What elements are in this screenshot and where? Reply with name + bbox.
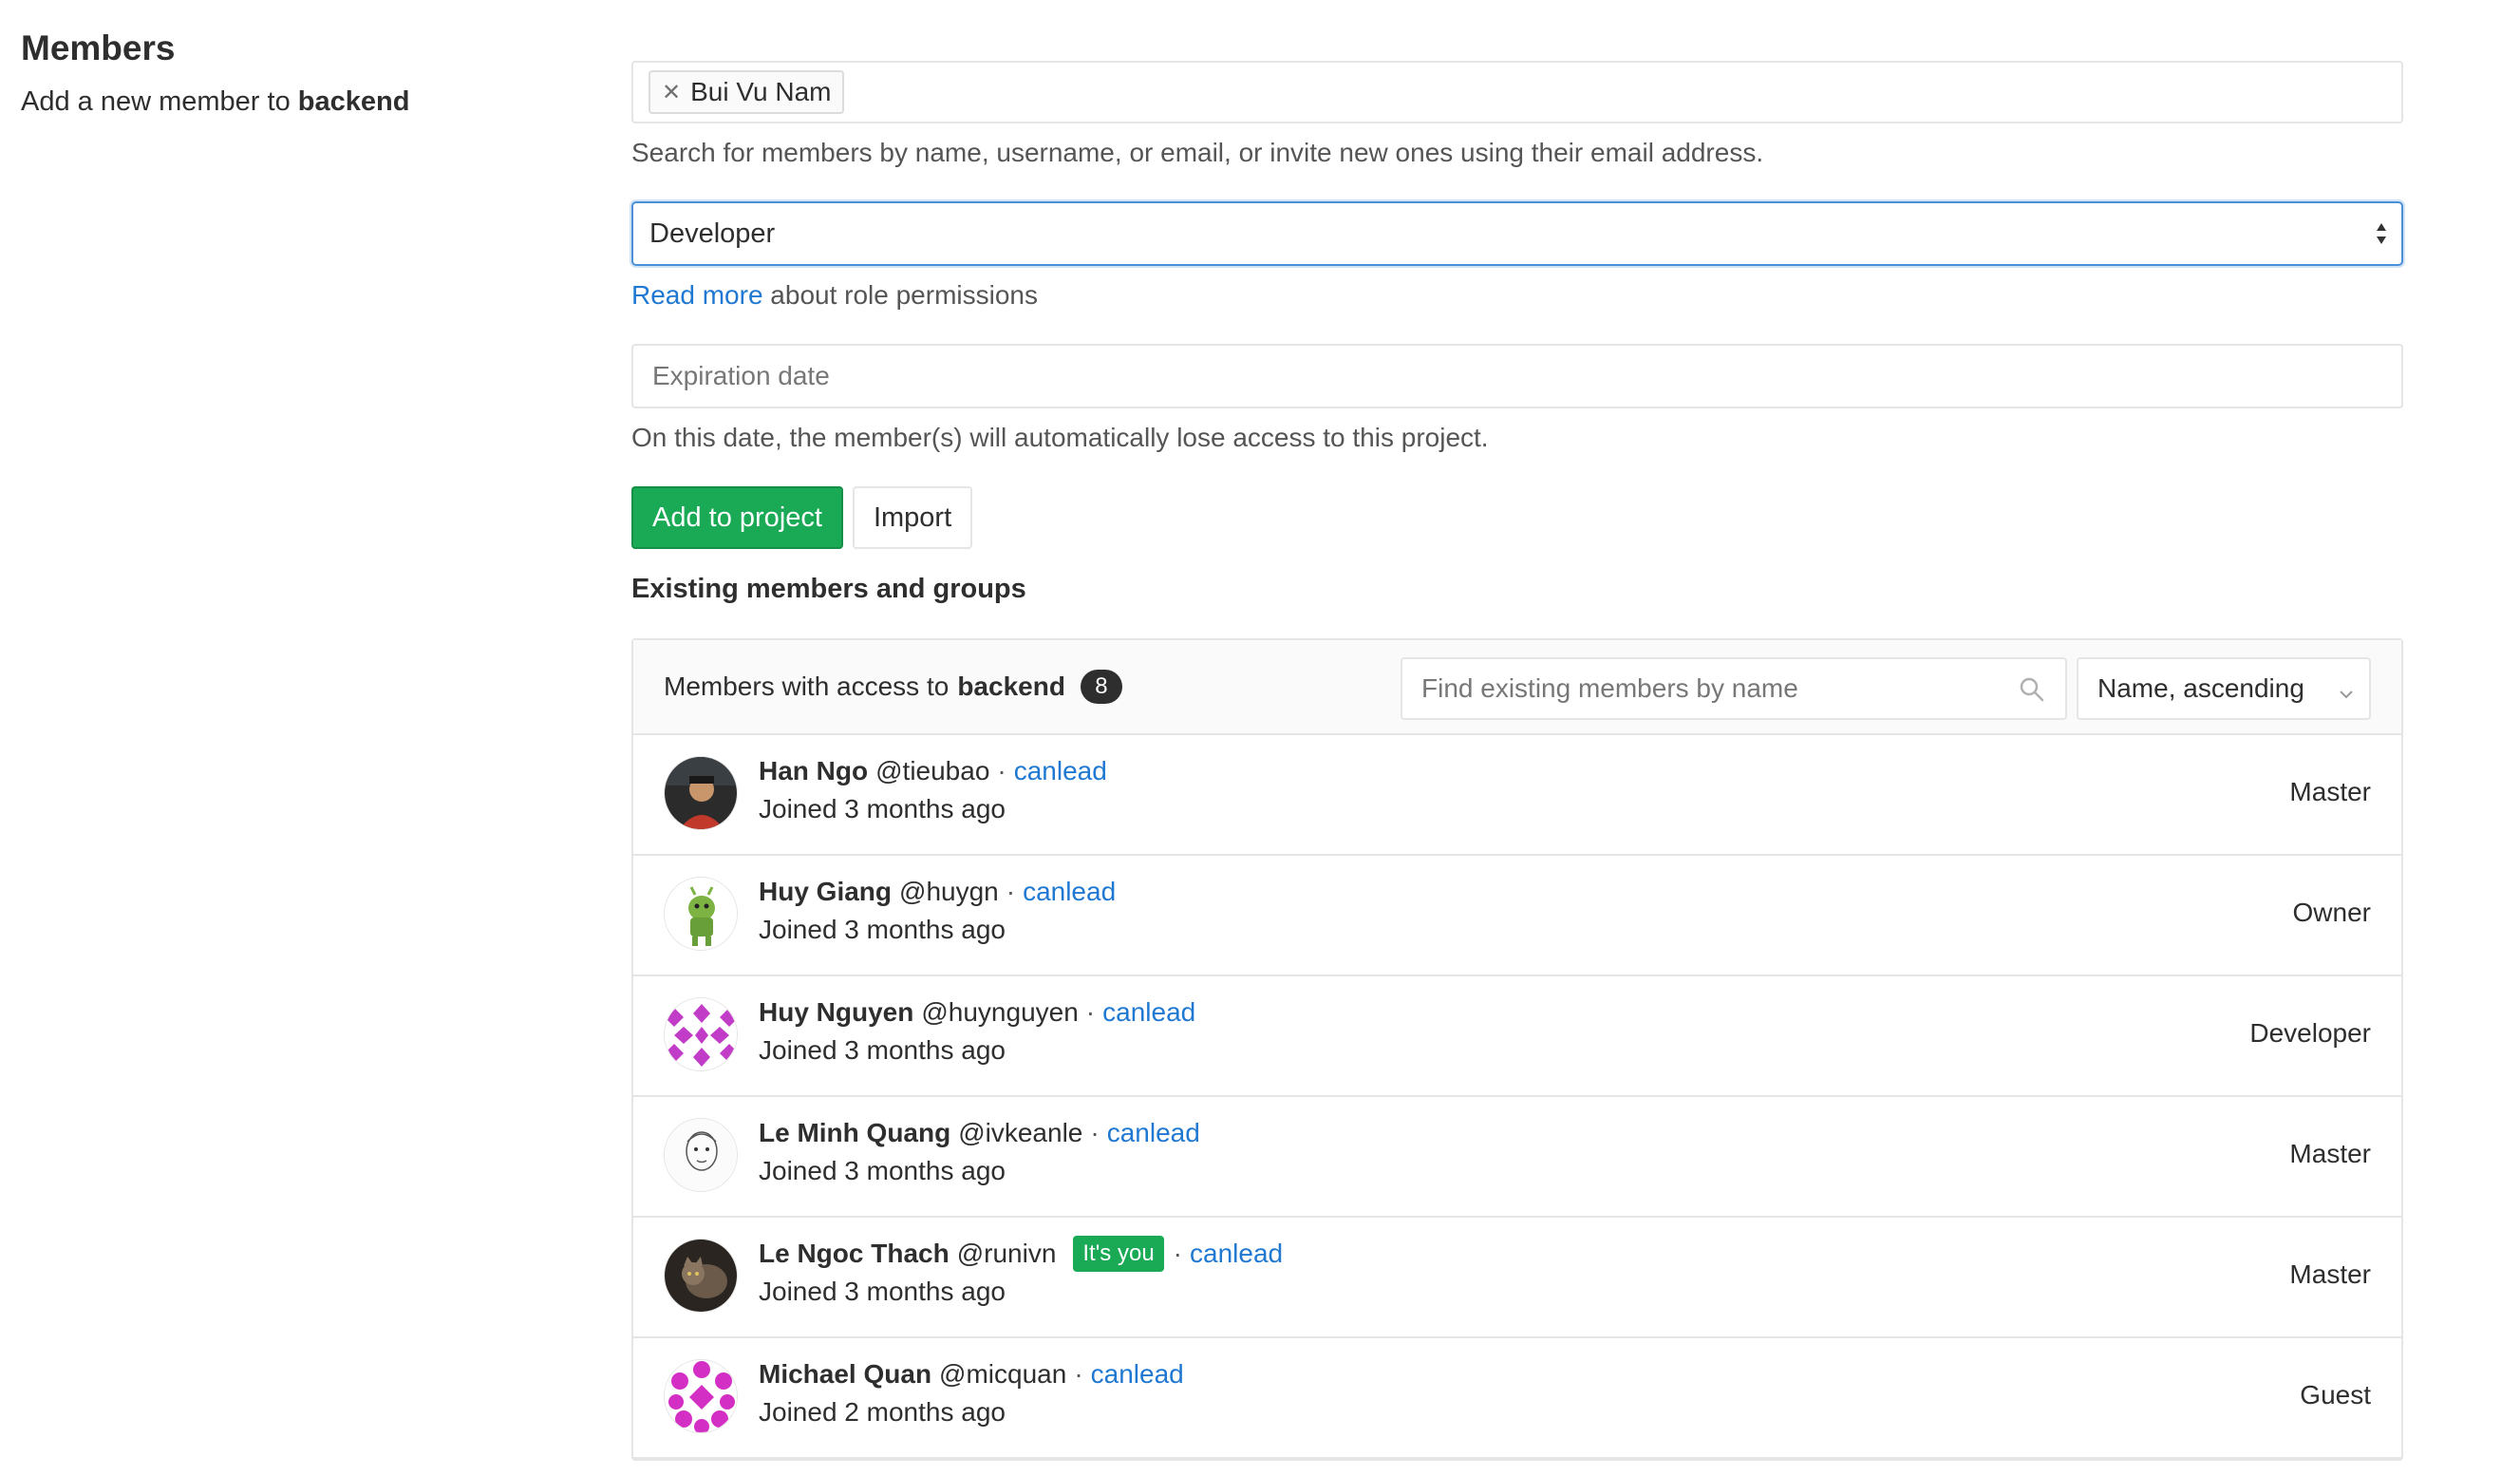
member-username: @huygn [899, 877, 999, 906]
member-name[interactable]: Han Ngo [759, 752, 868, 790]
form-actions: Add to project Import [631, 486, 2403, 549]
member-row: Huy Giang @huygn · canlead Joined 3 mont… [633, 856, 2401, 976]
member-group-link[interactable]: canlead [1023, 873, 1116, 911]
page-title: Members [21, 28, 176, 67]
subtitle-prefix: Add a new member to [21, 86, 291, 117]
member-row: Le Minh Quang @ivkeanle · canlead Joined… [633, 1097, 2401, 1218]
chevron-down-icon [2337, 680, 2356, 710]
members-section-header: Members Add a new member to backend [21, 27, 553, 120]
avatar[interactable] [664, 756, 738, 830]
member-info: Huy Nguyen @huynguyen · canlead Joined 3… [759, 993, 1195, 1069]
member-role: Developer [2249, 1018, 2371, 1048]
member-username: @huynguyen [921, 997, 1079, 1027]
member-search-input[interactable]: Find existing members by name [1401, 657, 2067, 720]
read-more-link[interactable]: Read more [631, 280, 763, 310]
member-joined: Joined 3 months ago [759, 1277, 1006, 1306]
member-role: Owner [2292, 898, 2371, 927]
separator-dot: · [997, 756, 1006, 785]
role-select-value: Developer [649, 218, 776, 249]
member-info: Le Minh Quang @ivkeanle · canlead Joined… [759, 1114, 1200, 1190]
member-username: @micquan [939, 1359, 1067, 1389]
member-username: @ivkeanle [958, 1118, 1083, 1147]
avatar[interactable] [664, 997, 738, 1071]
member-group-link[interactable]: canlead [1107, 1114, 1200, 1152]
selected-user-token[interactable]: ✕ Bui Vu Nam [649, 70, 845, 114]
member-group-link[interactable]: canlead [1190, 1235, 1283, 1273]
selected-user-name: Bui Vu Nam [690, 77, 832, 106]
member-role: Master [2289, 1259, 2371, 1289]
member-name[interactable]: Michael Quan [759, 1355, 931, 1393]
panel-title-prefix: Members with access to [664, 672, 950, 701]
member-group-link[interactable]: canlead [1102, 993, 1195, 1031]
member-info: Han Ngo @tieubao · canlead Joined 3 mont… [759, 752, 1107, 828]
user-search-input[interactable]: ✕ Bui Vu Nam [631, 61, 2403, 123]
member-group-link[interactable]: canlead [1014, 752, 1107, 790]
separator-dot: · [1173, 1239, 1182, 1268]
members-panel-title: Members with access to backend 8 [664, 670, 1122, 704]
member-row: Le Ngoc Thach @runivn It's you · canlead… [633, 1218, 2401, 1338]
members-panel-header: Members with access to backend 8 Find ex… [633, 640, 2401, 735]
select-arrows-icon [2375, 221, 2388, 246]
member-joined: Joined 3 months ago [759, 794, 1006, 823]
expiration-date-input[interactable]: Expiration date [631, 344, 2403, 408]
page-subtitle: Add a new member to backend [21, 84, 553, 120]
separator-dot: · [1085, 997, 1096, 1027]
search-icon [2018, 675, 2046, 710]
member-username: @runivn [956, 1239, 1057, 1268]
panel-project-name: backend [957, 672, 1065, 701]
members-panel: Members with access to backend 8 Find ex… [631, 638, 2403, 1461]
member-info: Huy Giang @huygn · canlead Joined 3 mont… [759, 873, 1116, 949]
separator-dot: · [1006, 877, 1016, 906]
member-info: Le Ngoc Thach @runivn It's you · canlead… [759, 1235, 1283, 1311]
member-role: Master [2289, 777, 2371, 806]
member-row: Han Ngo @tieubao · canlead Joined 3 mont… [633, 735, 2401, 856]
avatar[interactable] [664, 1118, 738, 1192]
project-name: backend [297, 86, 410, 117]
member-name[interactable]: Huy Nguyen [759, 993, 913, 1031]
member-name[interactable]: Le Minh Quang [759, 1114, 950, 1152]
member-joined: Joined 3 months ago [759, 915, 1006, 944]
avatar[interactable] [664, 1239, 738, 1313]
avatar[interactable] [664, 1359, 738, 1433]
search-help-text: Search for members by name, username, or… [631, 138, 1764, 167]
member-count-badge: 8 [1080, 670, 1122, 704]
separator-dot: · [1090, 1118, 1100, 1147]
avatar[interactable] [664, 877, 738, 951]
role-select[interactable]: Developer [631, 201, 2403, 266]
member-row: Huy Nguyen @huynguyen · canlead Joined 3… [633, 976, 2401, 1097]
member-name[interactable]: Huy Giang [759, 873, 892, 911]
member-joined: Joined 3 months ago [759, 1156, 1006, 1185]
member-joined: Joined 3 months ago [759, 1035, 1006, 1065]
member-username: @tieubao [875, 756, 990, 785]
read-more-suffix: about role permissions [770, 280, 1038, 310]
member-name[interactable]: Le Ngoc Thach [759, 1235, 950, 1273]
member-joined: Joined 2 months ago [759, 1397, 1006, 1427]
import-button[interactable]: Import [852, 486, 973, 549]
existing-members-title: Existing members and groups [631, 574, 1026, 604]
member-row: Michael Quan @micquan · canlead Joined 2… [633, 1338, 2401, 1459]
add-member-form: ✕ Bui Vu Nam Search for members by name,… [631, 61, 2403, 1461]
sort-label: Name, ascending [2097, 673, 2304, 703]
expiration-help-text: On this date, the member(s) will automat… [631, 423, 1489, 452]
member-role: Guest [2300, 1380, 2371, 1410]
expiration-placeholder: Expiration date [652, 361, 830, 390]
remove-token-icon[interactable]: ✕ [662, 79, 681, 106]
its-you-badge: It's you [1073, 1236, 1164, 1272]
add-to-project-button[interactable]: Add to project [631, 486, 843, 549]
separator-dot: · [1074, 1359, 1083, 1389]
member-search-placeholder: Find existing members by name [1421, 673, 1798, 703]
member-group-link[interactable]: canlead [1091, 1355, 1184, 1393]
member-info: Michael Quan @micquan · canlead Joined 2… [759, 1355, 1184, 1431]
member-role: Master [2289, 1139, 2371, 1168]
sort-dropdown[interactable]: Name, ascending [2077, 657, 2371, 720]
role-help: Read more about role permissions [631, 277, 2403, 313]
